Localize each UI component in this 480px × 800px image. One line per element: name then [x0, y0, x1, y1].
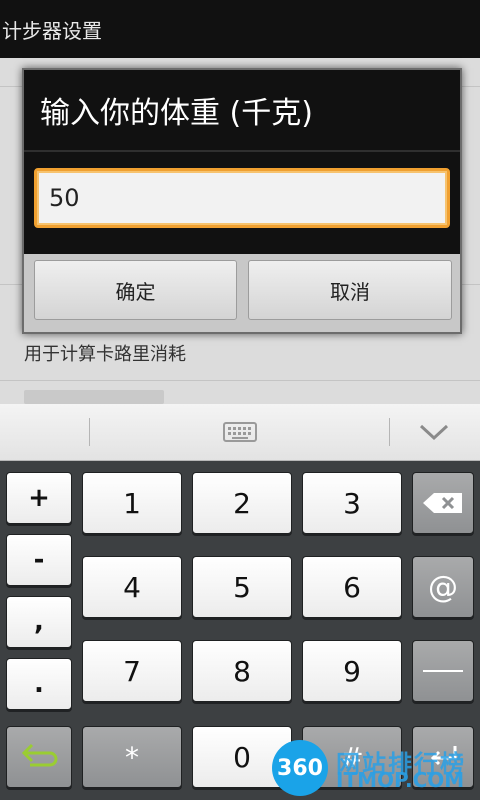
ok-button[interactable]: 确定	[34, 260, 237, 320]
key-6[interactable]: 6	[302, 556, 402, 618]
title-bar: 计步器设置	[0, 0, 480, 58]
key-4[interactable]: 4	[82, 556, 182, 618]
cancel-button[interactable]: 取消	[248, 260, 452, 320]
weight-dialog: 输入你的体重 (千克) 50 确定 取消	[22, 68, 462, 334]
key-3[interactable]: 3	[302, 472, 402, 534]
weight-input[interactable]: 50	[34, 168, 450, 228]
dialog-button-bar: 确定 取消	[24, 254, 460, 332]
key-minus[interactable]: -	[6, 534, 72, 586]
key-7[interactable]: 7	[82, 640, 182, 702]
space-key[interactable]	[412, 640, 474, 702]
backspace-icon	[423, 493, 462, 513]
key-period[interactable]: .	[6, 658, 72, 710]
app-title: 计步器设置	[2, 18, 102, 43]
backspace-key[interactable]	[412, 472, 474, 534]
key-1[interactable]: 1	[82, 472, 182, 534]
divider	[89, 418, 90, 446]
dialog-content: 50	[24, 152, 460, 254]
key-comma[interactable]: ,	[6, 596, 72, 648]
back-arrow-icon	[21, 743, 58, 767]
key-2[interactable]: 2	[192, 472, 292, 534]
360-logo: 360	[272, 740, 328, 796]
chevron-down-icon[interactable]	[418, 422, 450, 442]
keyboard-icon[interactable]	[223, 422, 257, 442]
keyboard-toolbar	[0, 404, 480, 461]
key-9[interactable]: 9	[302, 640, 402, 702]
divider	[389, 418, 390, 446]
key-star[interactable]: *	[82, 726, 182, 788]
back-key[interactable]	[6, 726, 72, 788]
settings-item-peek	[24, 390, 164, 404]
divider	[0, 380, 480, 381]
watermark-sub: ITMOP.COM	[336, 768, 465, 792]
space-icon	[423, 670, 463, 672]
settings-item-summary: 用于计算卡路里消耗	[24, 344, 186, 365]
key-plus[interactable]: +	[6, 472, 72, 524]
key-at[interactable]: @	[412, 556, 474, 618]
key-5[interactable]: 5	[192, 556, 292, 618]
dialog-title: 输入你的体重 (千克)	[24, 70, 460, 150]
key-8[interactable]: 8	[192, 640, 292, 702]
